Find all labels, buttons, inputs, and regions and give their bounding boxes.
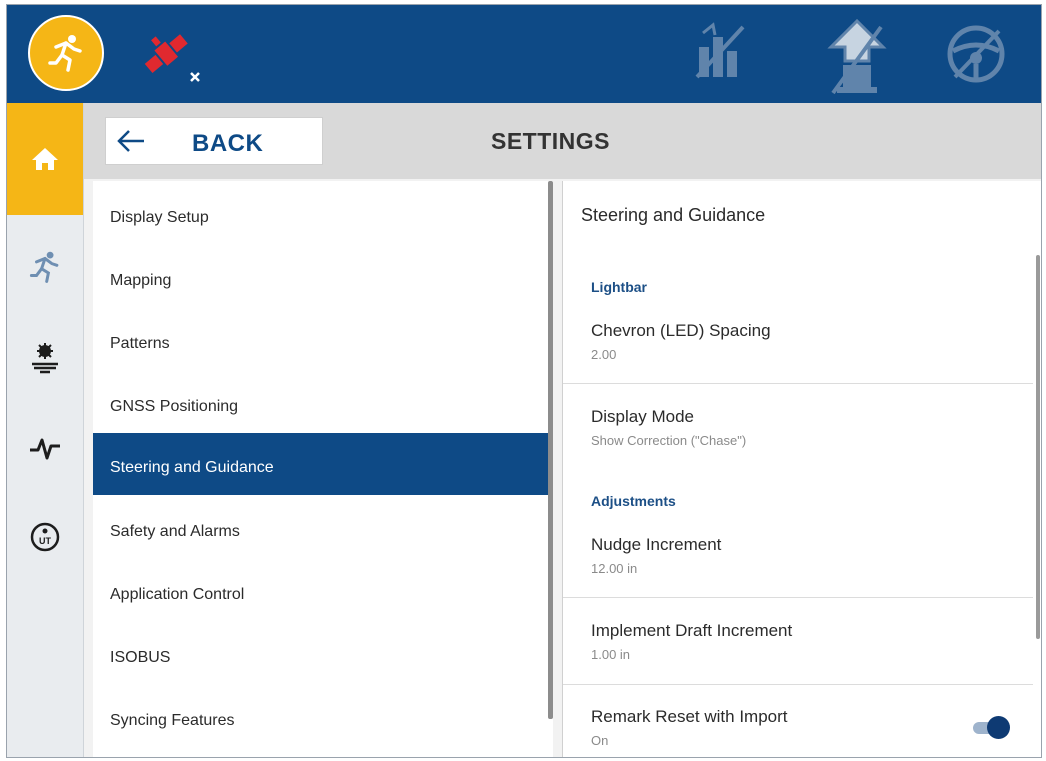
app-window: UT BACK SETTINGS Display Setup Mapping P…	[6, 4, 1042, 758]
menu-item-label: Steering and Guidance	[110, 459, 274, 476]
panel-scrollbar[interactable]	[1036, 255, 1040, 639]
run-icon	[29, 251, 59, 283]
back-arrow-icon	[117, 130, 144, 152]
menu-item-patterns[interactable]: Patterns	[93, 313, 553, 375]
universal-terminal-icon: UT	[30, 522, 60, 552]
setting-name: Remark Reset with Import	[591, 707, 788, 726]
divider	[563, 684, 1033, 685]
menu-scrollbar[interactable]	[548, 181, 553, 719]
setting-name: Display Mode	[591, 407, 694, 426]
setting-chevron-spacing[interactable]: Chevron (LED) Spacing 2.00	[563, 311, 1033, 381]
setting-value: On	[591, 733, 609, 748]
satellite-disconnected-icon[interactable]	[137, 23, 207, 85]
setting-value: Show Correction ("Chase")	[591, 433, 747, 448]
steering-wheel-off-icon[interactable]	[945, 23, 1007, 85]
toggle-knob	[987, 716, 1010, 739]
menu-item-label: Display Setup	[110, 209, 209, 226]
run-icon	[48, 35, 82, 72]
diagnostics-icon	[30, 438, 60, 460]
guidance-vehicle-icon[interactable]	[819, 17, 895, 97]
menu-item-label: Patterns	[110, 335, 170, 352]
menu-item-steering-and-guidance[interactable]: Steering and Guidance	[93, 433, 553, 495]
menu-item-label: Syncing Features	[110, 712, 235, 729]
menu-item-isobus[interactable]: ISOBUS	[93, 627, 553, 689]
nav-item-home[interactable]	[7, 103, 83, 215]
section-label-adjustments: Adjustments	[591, 493, 676, 509]
menu-item-label: Mapping	[110, 272, 172, 289]
menu-item-gnss-positioning[interactable]: GNSS Positioning	[93, 376, 553, 438]
detail-panel: Steering and Guidance Lightbar Chevron (…	[562, 181, 1041, 757]
divider	[563, 383, 1033, 384]
section-label-lightbar: Lightbar	[591, 279, 647, 295]
menu-item-label: Application Control	[110, 586, 245, 603]
left-nav: UT	[7, 103, 84, 757]
setting-nudge-increment[interactable]: Nudge Increment 12.00 in	[563, 525, 1033, 595]
menu-item-label: Safety and Alarms	[110, 523, 240, 540]
divider	[563, 597, 1033, 598]
setting-remark-reset-with-import[interactable]: Remark Reset with Import On	[563, 697, 1033, 757]
setting-display-mode[interactable]: Display Mode Show Correction ("Chase")	[563, 397, 1033, 457]
menu-item-label: GNSS Positioning	[110, 398, 239, 415]
svg-text:UT: UT	[39, 536, 51, 546]
settings-menu: Display Setup Mapping Patterns GNSS Posi…	[93, 181, 553, 757]
setting-name: Nudge Increment	[591, 535, 722, 554]
menu-item-safety-and-alarms[interactable]: Safety and Alarms	[93, 501, 553, 563]
menu-item-label: ISOBUS	[110, 649, 171, 666]
menu-item-syncing-features[interactable]: Syncing Features	[93, 690, 553, 752]
panel-title: Steering and Guidance	[581, 205, 766, 225]
implement-settings-icon	[32, 343, 58, 374]
remark-reset-toggle[interactable]	[971, 715, 1011, 739]
setting-value: 2.00	[591, 347, 617, 362]
setting-name: Chevron (LED) Spacing	[591, 321, 771, 340]
nav-item-implement[interactable]	[7, 329, 83, 389]
page-title: SETTINGS	[491, 128, 611, 154]
setting-value: 12.00 in	[591, 561, 638, 576]
field-boundary-off-icon[interactable]	[693, 17, 749, 87]
settings-header: BACK SETTINGS	[84, 103, 1041, 179]
home-icon	[32, 148, 58, 170]
setting-implement-draft-increment[interactable]: Implement Draft Increment 1.00 in	[563, 611, 1033, 681]
top-bar	[7, 5, 1041, 103]
menu-item-application-control[interactable]: Application Control	[93, 564, 553, 626]
setting-name: Implement Draft Increment	[591, 621, 793, 640]
nav-item-diagnostics[interactable]	[7, 419, 83, 479]
setting-value: 1.00 in	[591, 647, 631, 662]
run-button[interactable]	[28, 15, 104, 91]
back-label: BACK	[192, 130, 264, 157]
menu-item-mapping[interactable]: Mapping	[93, 250, 553, 312]
nav-item-run[interactable]	[7, 237, 83, 297]
nav-item-universal-terminal[interactable]: UT	[7, 507, 83, 567]
back-button[interactable]: BACK	[105, 117, 323, 165]
menu-item-display-setup[interactable]: Display Setup	[93, 187, 553, 249]
